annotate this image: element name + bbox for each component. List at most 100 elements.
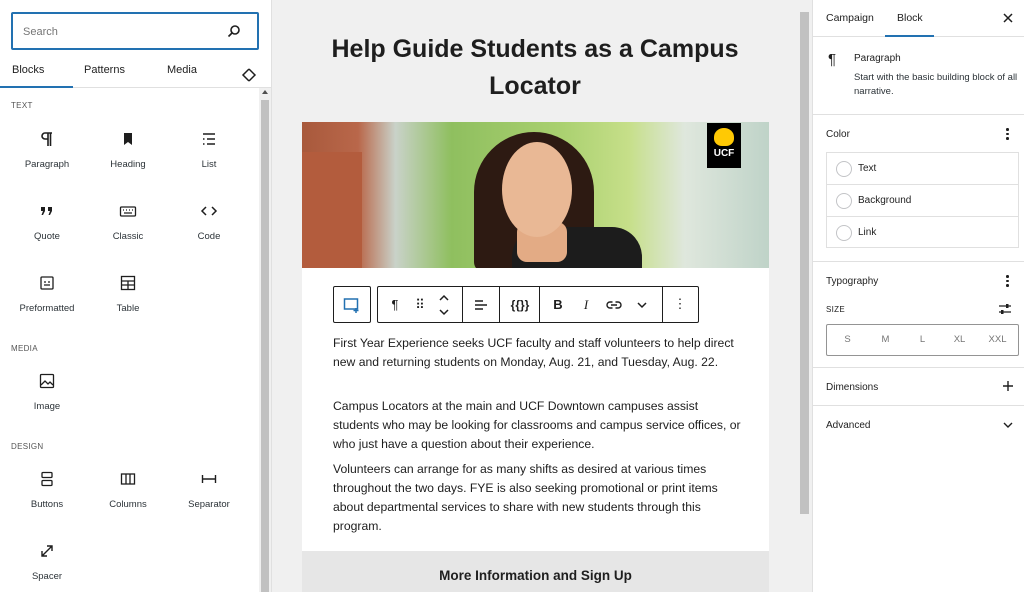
color-panel: Color Text Background Link [813, 115, 1024, 262]
block-preformatted[interactable]: Preformatted [6, 274, 88, 314]
search-input[interactable] [23, 23, 213, 41]
hero-face [502, 142, 572, 237]
ucf-logo: UCF [707, 123, 741, 168]
preformatted-icon [40, 276, 54, 290]
size-label: SIZE [826, 305, 845, 314]
pegasus-icon [714, 128, 734, 146]
paragraph-icon [41, 132, 52, 146]
options-icon[interactable]: ⋮ [671, 295, 689, 313]
color-options-icon[interactable] [1006, 128, 1010, 142]
align-left-icon[interactable] [472, 296, 490, 314]
paragraph-block[interactable]: First Year Experience seeks UCF faculty … [333, 334, 743, 372]
dimensions-heading: Dimensions [826, 382, 879, 393]
search-field[interactable] [11, 12, 259, 50]
color-heading: Color [826, 129, 850, 140]
hero-wall [302, 152, 362, 268]
block-separator[interactable]: Separator [168, 470, 250, 510]
typography-options-icon[interactable] [1006, 275, 1010, 289]
quote-icon [41, 207, 52, 215]
italic-button[interactable]: I [577, 296, 595, 314]
block-list[interactable]: List [168, 130, 250, 170]
paragraph-block[interactable]: Volunteers can arrange for as many shift… [333, 460, 743, 536]
tab-block[interactable]: Block [885, 0, 934, 37]
plus-icon[interactable] [1002, 380, 1014, 392]
sidebar-tabs: Campaign Block [813, 0, 1024, 37]
bookmark-icon [124, 133, 132, 145]
tab-campaign[interactable]: Campaign [826, 0, 874, 37]
color-link-item[interactable]: Link [827, 217, 1018, 249]
block-card-description: Start with the basic building block of a… [854, 72, 1018, 97]
size-m[interactable]: M [867, 334, 904, 345]
color-text-item[interactable]: Text [827, 153, 1018, 185]
block-spacer[interactable]: Spacer [6, 542, 88, 582]
drag-handle-icon[interactable]: ⠿ [411, 296, 429, 314]
code-icon [200, 206, 218, 216]
block-paragraph[interactable]: Paragraph [6, 130, 88, 170]
color-swatch [836, 225, 852, 241]
featured-image[interactable]: UCF [302, 122, 769, 268]
category-text: TEXT [11, 101, 33, 110]
block-card-title: Paragraph [854, 53, 901, 64]
paragraph-icon[interactable]: ¶ [386, 296, 404, 314]
size-s[interactable]: S [829, 334, 866, 345]
chevron-down-icon[interactable] [633, 296, 651, 314]
custom-size-icon[interactable] [998, 303, 1012, 315]
select-parent-button[interactable] [333, 286, 371, 323]
color-background-item[interactable]: Background [827, 185, 1018, 217]
tab-media[interactable]: Media [167, 56, 197, 88]
cta-heading[interactable]: More Information and Sign Up [302, 568, 769, 583]
tab-patterns[interactable]: Patterns [84, 56, 125, 88]
settings-sidebar: Campaign Block ¶ Paragraph Start with th… [812, 0, 1024, 592]
search-icon[interactable] [227, 24, 241, 38]
move-up-down-icon[interactable] [435, 291, 453, 319]
inserter-tabs: Blocks Patterns Media [0, 56, 272, 88]
typography-panel: Typography SIZE S M L XL XXL [813, 262, 1024, 368]
image-icon [39, 373, 55, 389]
close-inserter-icon[interactable] [240, 59, 258, 91]
color-list: Text Background Link [826, 152, 1019, 248]
block-heading[interactable]: Heading [87, 130, 169, 170]
size-xxl[interactable]: XXL [979, 334, 1016, 345]
group-add-icon [343, 298, 359, 313]
font-size-picker: S M L XL XXL [826, 324, 1019, 356]
block-columns[interactable]: Columns [87, 470, 169, 510]
post-title[interactable]: Help Guide Students as a Campus Locator [302, 31, 768, 105]
block-image[interactable]: Image [6, 372, 88, 412]
category-design: DESIGN [11, 442, 44, 451]
block-inserter-panel: Blocks Patterns Media TEXT Paragraph Hea… [0, 0, 272, 592]
paragraph-icon: ¶ [828, 51, 837, 68]
spacer-icon [41, 545, 53, 557]
block-table[interactable]: Table [87, 274, 169, 314]
keyboard-icon [119, 206, 137, 217]
paragraph-block[interactable]: Campus Locators at the main and UCF Down… [333, 397, 743, 454]
list-icon [203, 133, 215, 145]
variable-button[interactable]: {{}} [508, 296, 532, 314]
block-toolbar: ¶ ⠿ {{}} B I ⋮ [377, 286, 699, 323]
buttons-icon [41, 471, 53, 487]
block-classic[interactable]: Classic [87, 202, 169, 242]
block-code[interactable]: Code [168, 202, 250, 242]
dimensions-panel[interactable]: Dimensions [813, 368, 1024, 406]
color-swatch [836, 161, 852, 177]
close-icon[interactable] [1001, 11, 1015, 25]
color-swatch [836, 193, 852, 209]
block-list: TEXT Paragraph Heading List Quote Classi… [0, 90, 258, 592]
tab-blocks[interactable]: Blocks [0, 56, 73, 88]
size-xl[interactable]: XL [941, 334, 978, 345]
chevron-down-icon[interactable] [1002, 419, 1014, 431]
advanced-heading: Advanced [826, 420, 871, 431]
block-quote[interactable]: Quote [6, 202, 88, 242]
block-card: ¶ Paragraph Start with the basic buildin… [813, 37, 1024, 115]
advanced-panel[interactable]: Advanced [813, 406, 1024, 444]
block-buttons[interactable]: Buttons [6, 470, 88, 510]
separator-icon [201, 475, 217, 483]
size-l[interactable]: L [904, 334, 941, 345]
link-icon[interactable] [605, 296, 623, 314]
typography-heading: Typography [826, 276, 879, 287]
canvas-scrollbar[interactable] [798, 0, 811, 592]
category-media: MEDIA [11, 344, 38, 353]
inserter-scrollbar[interactable] [259, 88, 271, 592]
table-icon [120, 275, 136, 291]
bold-button[interactable]: B [549, 296, 567, 314]
columns-icon [120, 473, 136, 485]
